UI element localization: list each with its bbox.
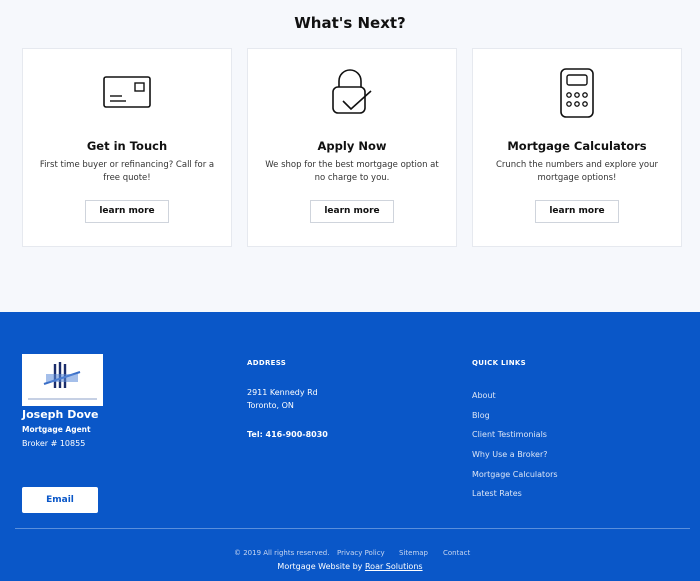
quick-links-list: About Blog Client Testimonials Why Use a… <box>472 391 558 509</box>
card-title: Apply Now <box>317 139 387 153</box>
credit-prefix: Mortgage Website by <box>277 562 363 571</box>
card-mortgage-calculators: Mortgage Calculators Crunch the numbers … <box>472 48 682 247</box>
quick-link-why-broker[interactable]: Why Use a Broker? <box>472 450 558 470</box>
quick-link-calculators[interactable]: Mortgage Calculators <box>472 470 558 490</box>
roar-solutions-link[interactable]: Roar Solutions <box>365 562 423 571</box>
learn-more-button[interactable]: learn more <box>310 200 394 223</box>
address-heading: ADDRESS <box>247 359 287 367</box>
business-card-icon <box>23 71 231 121</box>
privacy-policy-link[interactable]: Privacy Policy <box>337 549 385 557</box>
address-line-2: Toronto, ON <box>247 401 294 410</box>
lock-check-icon <box>248 69 456 121</box>
calculator-icon <box>473 68 681 121</box>
footer-divider <box>15 528 690 529</box>
agent-name: Joseph Dove <box>22 408 99 421</box>
quick-link-testimonials[interactable]: Client Testimonials <box>472 430 558 450</box>
site-credit: Mortgage Website by Roar Solutions <box>0 562 700 571</box>
card-description: We shop for the best mortgage option at … <box>265 160 439 183</box>
sitemap-link[interactable]: Sitemap <box>399 549 428 557</box>
quick-link-latest-rates[interactable]: Latest Rates <box>472 489 558 509</box>
company-logo[interactable] <box>22 354 103 406</box>
whats-next-section: What's Next? Get in Touch First time buy… <box>0 0 700 312</box>
card-get-in-touch: Get in Touch First time buyer or refinan… <box>22 48 232 247</box>
card-description: Crunch the numbers and explore your mort… <box>495 160 659 183</box>
learn-more-button[interactable]: learn more <box>85 200 169 223</box>
agent-role: Mortgage Agent <box>22 425 91 434</box>
email-button[interactable]: Email <box>22 487 98 513</box>
section-heading: What's Next? <box>294 14 406 32</box>
card-title: Mortgage Calculators <box>507 139 647 153</box>
quick-links-heading: QUICK LINKS <box>472 359 526 367</box>
quick-link-about[interactable]: About <box>472 391 558 411</box>
copyright: © 2019 All rights reserved. <box>234 549 330 557</box>
card-description: First time buyer or refinancing? Call fo… <box>39 160 215 183</box>
card-title: Get in Touch <box>86 139 168 153</box>
site-footer: Joseph Dove Mortgage Agent Broker # 1085… <box>0 312 700 581</box>
quick-link-blog[interactable]: Blog <box>472 411 558 431</box>
contact-link[interactable]: Contact <box>443 549 470 557</box>
broker-number: Broker # 10855 <box>22 439 86 448</box>
phone-number[interactable]: Tel: 416-900-8030 <box>247 430 328 439</box>
address-line-1: 2911 Kennedy Rd <box>247 388 318 397</box>
learn-more-button[interactable]: learn more <box>535 200 619 223</box>
card-apply-now: Apply Now We shop for the best mortgage … <box>247 48 457 247</box>
